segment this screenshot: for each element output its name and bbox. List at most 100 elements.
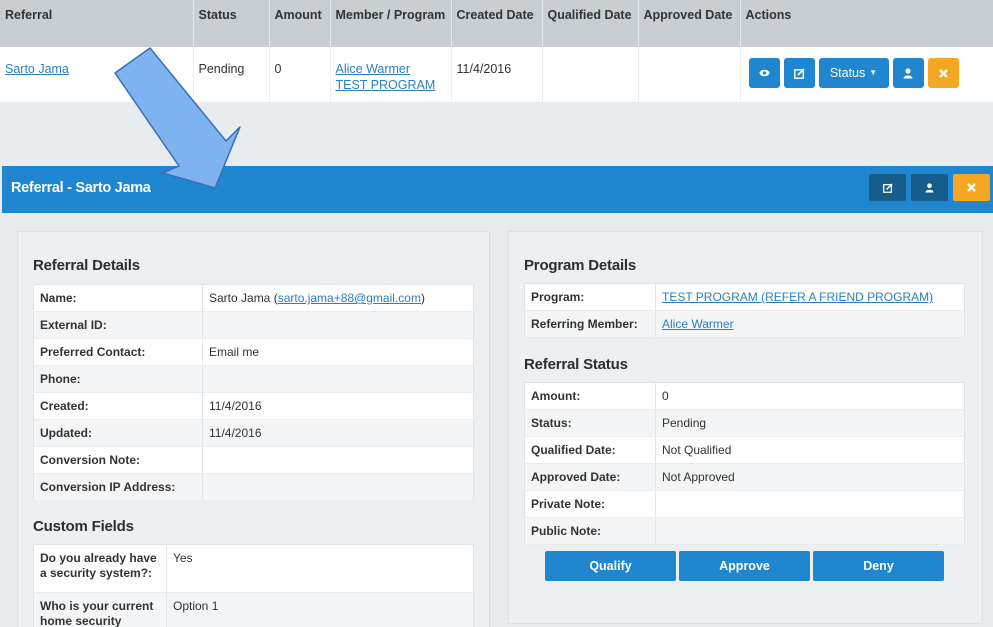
member-value: Alice Warmer [655, 310, 965, 338]
status-label: Public Note: [524, 517, 656, 545]
detail-value [202, 365, 474, 393]
status-label: Private Note: [524, 490, 656, 518]
status-row: Amount: 0 [524, 382, 965, 410]
detail-row: Conversion IP Address: [33, 473, 474, 501]
detail-label: External ID: [33, 311, 203, 339]
panel-edit-button[interactable] [869, 174, 906, 201]
status-value: Not Qualified [655, 436, 965, 464]
status-row: Public Note: [524, 517, 965, 545]
view-button[interactable] [748, 58, 780, 88]
program-link[interactable]: TEST PROGRAM (REFER A FRIEND PROGRAM) [662, 290, 933, 304]
detail-value [202, 446, 474, 474]
referral-details-title: Referral Details [33, 257, 140, 274]
delete-button[interactable] [927, 58, 959, 88]
detail-row: Program: TEST PROGRAM (REFER A FRIEND PR… [524, 283, 965, 311]
detail-row: Updated: 11/4/2016 [33, 419, 474, 447]
caret-down-icon: ▼ [869, 68, 878, 77]
custom-field-value: Option 1 [166, 592, 474, 627]
col-amount[interactable]: Amount [269, 0, 331, 47]
status-value [655, 490, 965, 518]
table-header-row: Referral Status Amount Member / Program … [0, 0, 993, 47]
amount-cell: 0 [269, 47, 331, 102]
detail-label: Name: [33, 284, 203, 312]
panel-close-button[interactable] [953, 174, 990, 201]
member-link[interactable]: Alice Warmer [336, 62, 411, 76]
status-label: Qualified Date: [524, 436, 656, 464]
edit-icon [882, 182, 893, 193]
status-row: Private Note: [524, 490, 965, 518]
custom-field-row: Do you already have a security system?: … [33, 544, 474, 593]
table-row: Sarto Jama Pending 0 Alice Warmer TEST P… [0, 47, 993, 102]
referral-status-table: Amount: 0 Status: Pending Qualified Date: N… [524, 382, 965, 545]
program-link[interactable]: TEST PROGRAM [336, 78, 436, 92]
detail-row: Conversion Note: [33, 446, 474, 474]
detail-label: Preferred Contact: [33, 338, 203, 366]
email-link[interactable]: sarto.jama+88@gmail.com [278, 291, 421, 305]
status-dropdown-button[interactable]: Status ▼ [818, 58, 889, 88]
col-approved-date[interactable]: Approved Date [638, 0, 741, 47]
approve-button[interactable]: Approve [679, 551, 810, 581]
detail-value: 11/4/2016 [202, 392, 474, 420]
status-label: Amount: [524, 382, 656, 410]
status-value: Pending [655, 409, 965, 437]
member-program-cell: Alice Warmer TEST PROGRAM [330, 47, 452, 102]
member-label: Referring Member: [524, 310, 656, 338]
created-cell: 11/4/2016 [451, 47, 543, 102]
status-row: Qualified Date: Not Qualified [524, 436, 965, 464]
custom-field-label: Who is your current home security [33, 592, 167, 627]
detail-row: Preferred Contact: Email me [33, 338, 474, 366]
status-label: Status: [524, 409, 656, 437]
program-details-title: Program Details [524, 257, 637, 274]
edit-button[interactable] [783, 58, 815, 88]
col-status[interactable]: Status [193, 0, 270, 47]
member-link[interactable]: Alice Warmer [662, 317, 734, 331]
detail-value: Sarto Jama (sarto.jama+88@gmail.com) [202, 284, 474, 312]
custom-field-label: Do you already have a security system?: [33, 544, 167, 593]
detail-row-name: Name: Sarto Jama (sarto.jama+88@gmail.co… [33, 284, 474, 312]
detail-label: Updated: [33, 419, 203, 447]
detail-row: External ID: [33, 311, 474, 339]
referral-name-link[interactable]: Sarto Jama [5, 62, 69, 76]
program-value: TEST PROGRAM (REFER A FRIEND PROGRAM) [655, 283, 965, 311]
referrals-table: Referral Status Amount Member / Program … [0, 0, 993, 102]
detail-label: Phone: [33, 365, 203, 393]
detail-row: Referring Member: Alice Warmer [524, 310, 965, 338]
col-referral[interactable]: Referral [0, 0, 194, 47]
qualified-cell [542, 47, 639, 102]
close-icon [967, 183, 976, 192]
custom-field-row: Who is your current home security Option… [33, 592, 474, 627]
col-member-program[interactable]: Member / Program [330, 0, 452, 47]
detail-value: Email me [202, 338, 474, 366]
col-actions: Actions [740, 0, 993, 47]
edit-icon [793, 67, 805, 79]
eye-icon [759, 69, 769, 77]
status-label: Approved Date: [524, 463, 656, 491]
close-icon [938, 68, 948, 78]
status-cell: Pending [193, 47, 270, 102]
panel-user-button[interactable] [911, 174, 948, 201]
user-button[interactable] [892, 58, 924, 88]
col-qualified-date[interactable]: Qualified Date [542, 0, 639, 47]
custom-fields-title: Custom Fields [33, 518, 134, 535]
detail-label: Conversion Note: [33, 446, 203, 474]
detail-value: 11/4/2016 [202, 419, 474, 447]
referral-details-table: Name: Sarto Jama (sarto.jama+88@gmail.co… [33, 284, 474, 501]
detail-row: Phone: [33, 365, 474, 393]
qualify-button[interactable]: Qualify [545, 551, 676, 581]
custom-fields-table: Do you already have a security system?: … [33, 544, 474, 627]
user-icon [903, 67, 913, 78]
actions-cell: Status ▼ [740, 47, 993, 102]
detail-value [202, 311, 474, 339]
status-row: Status: Pending [524, 409, 965, 437]
program-label: Program: [524, 283, 656, 311]
program-details-table: Program: TEST PROGRAM (REFER A FRIEND PR… [524, 283, 965, 338]
detail-label: Conversion IP Address: [33, 473, 203, 501]
col-created-date[interactable]: Created Date [451, 0, 543, 47]
approved-cell [638, 47, 741, 102]
status-button-label: Status [829, 66, 866, 80]
deny-button[interactable]: Deny [813, 551, 944, 581]
detail-row: Created: 11/4/2016 [33, 392, 474, 420]
referral-status-title: Referral Status [524, 356, 628, 373]
user-icon [925, 182, 934, 192]
panel-title: Referral - Sarto Jama [11, 180, 151, 196]
